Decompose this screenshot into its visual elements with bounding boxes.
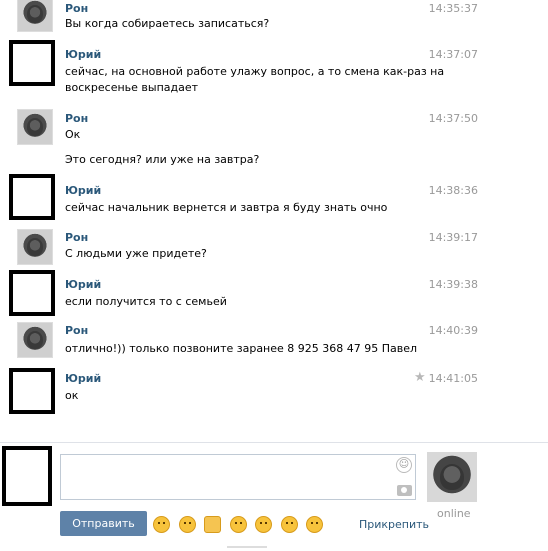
send-button[interactable]: Отправить xyxy=(60,511,147,536)
emoji-bar xyxy=(153,516,328,534)
message-author[interactable]: Юрий xyxy=(65,278,101,291)
message-input[interactable]: ☺ xyxy=(60,454,416,500)
message-time: 14:40:39 xyxy=(428,324,478,337)
online-status: online xyxy=(437,507,471,520)
avatar[interactable] xyxy=(9,368,55,414)
resize-handle[interactable] xyxy=(227,546,267,548)
message-author[interactable]: Рон xyxy=(65,324,88,337)
message-text: воскресенье выпадает xyxy=(65,81,199,94)
message-time: 14:39:38 xyxy=(428,278,478,291)
contact-avatar[interactable] xyxy=(427,452,477,502)
kissing-heart-emoji-icon[interactable] xyxy=(280,516,298,533)
composer: ☺ Отправить Прикрепить online xyxy=(0,443,548,551)
avatar[interactable] xyxy=(17,322,53,358)
kissing-emoji-icon[interactable] xyxy=(178,516,196,533)
message-text: сейчас, на основной работе улажу вопрос,… xyxy=(65,65,445,78)
attach-link[interactable]: Прикрепить xyxy=(359,518,429,531)
camera-icon[interactable] xyxy=(397,485,412,496)
smile-icon[interactable]: ☺ xyxy=(396,457,412,473)
message-author[interactable]: Рон xyxy=(65,231,88,244)
message-author[interactable]: Юрий xyxy=(65,372,101,385)
avatar[interactable] xyxy=(17,0,53,32)
laughing-emoji-icon[interactable] xyxy=(153,516,170,533)
message-author[interactable]: Рон xyxy=(65,112,88,125)
message-text: Ок xyxy=(65,128,81,141)
message-time: 14:41:05 xyxy=(428,372,478,385)
avatar[interactable] xyxy=(9,270,55,316)
message-time: 14:35:37 xyxy=(428,2,478,15)
message-text: отлично!)) только позвоните заранее 8 92… xyxy=(65,342,418,355)
message-time: 14:37:50 xyxy=(428,112,478,125)
avatar[interactable] xyxy=(9,174,55,220)
message-author[interactable]: Юрий xyxy=(65,48,101,61)
message-history: Рон 14:35:37 Вы когда собираетесь записа… xyxy=(0,0,548,442)
message-text: ок xyxy=(65,389,79,402)
message-author[interactable]: Рон xyxy=(65,2,88,15)
message-text: сейчас начальник вернется и завтра я буд… xyxy=(65,201,388,214)
message-text: Вы когда собираетесь записаться? xyxy=(65,17,270,30)
avatar[interactable] xyxy=(9,40,55,86)
message-time: 14:38:36 xyxy=(428,184,478,197)
avatar[interactable] xyxy=(17,109,53,145)
message-text: если получится то с семьей xyxy=(65,295,227,308)
avatar[interactable] xyxy=(17,229,53,265)
my-avatar xyxy=(2,446,52,506)
tongue-emoji-icon[interactable] xyxy=(255,516,272,533)
smiling-emoji-icon[interactable] xyxy=(306,516,323,533)
message-text: С людьми уже придете? xyxy=(65,247,207,260)
message-author[interactable]: Юрий xyxy=(65,184,101,197)
winking-emoji-icon[interactable] xyxy=(229,516,247,533)
message-text: Это сегодня? или уже на завтра? xyxy=(65,153,260,166)
message-time: 14:39:17 xyxy=(428,231,478,244)
message-time: 14:37:07 xyxy=(428,48,478,61)
thumbs-up-emoji-icon[interactable] xyxy=(204,516,221,533)
star-icon[interactable]: ★ xyxy=(414,370,426,385)
